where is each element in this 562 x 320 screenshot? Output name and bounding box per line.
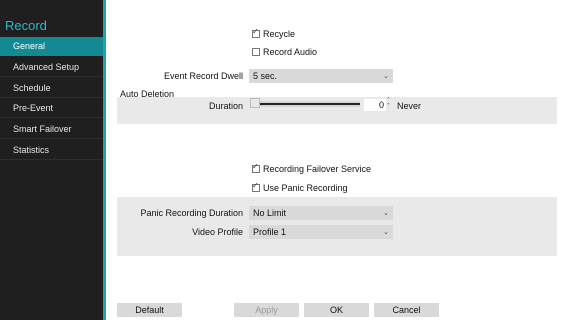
recording-failover-checkbox[interactable] bbox=[252, 162, 260, 173]
chevron-down-icon: ⌄ bbox=[383, 73, 389, 80]
record-audio-option[interactable]: Record Audio bbox=[252, 47, 317, 57]
default-button[interactable]: Default bbox=[117, 303, 182, 317]
event-record-dwell-label: Event Record Dwell bbox=[163, 71, 243, 81]
use-panic-recording-checkbox[interactable] bbox=[252, 181, 260, 192]
sidebar: Record General Advanced Setup Schedule P… bbox=[0, 0, 103, 320]
recycle-checkbox[interactable] bbox=[252, 27, 260, 38]
recording-failover-label: Recording Failover Service bbox=[263, 164, 372, 174]
chevron-down-icon: ⌄ bbox=[383, 210, 389, 217]
recording-failover-option[interactable]: Recording Failover Service bbox=[252, 162, 372, 174]
duration-slider-handle[interactable] bbox=[250, 98, 260, 108]
panic-recording-duration-label: Panic Recording Duration bbox=[140, 208, 243, 218]
apply-button[interactable]: Apply bbox=[234, 303, 299, 317]
sidebar-item-advanced-setup[interactable]: Advanced Setup bbox=[0, 58, 103, 77]
cancel-button[interactable]: Cancel bbox=[374, 303, 439, 317]
sidebar-item-smart-failover[interactable]: Smart Failover bbox=[0, 120, 103, 139]
video-profile-value: Profile 1 bbox=[253, 227, 287, 237]
sidebar-accent-bar bbox=[103, 0, 106, 320]
chevron-down-icon: ⌄ bbox=[383, 229, 389, 236]
duration-unit: Never bbox=[397, 101, 422, 111]
event-record-dwell-value: 5 sec. bbox=[253, 71, 278, 81]
duration-stepper[interactable]: 0 bbox=[364, 99, 386, 111]
duration-slider[interactable] bbox=[250, 101, 360, 107]
record-audio-checkbox[interactable] bbox=[252, 48, 260, 56]
video-profile-select[interactable]: Profile 1 ⌄ bbox=[249, 225, 393, 239]
duration-label: Duration bbox=[208, 101, 243, 111]
sidebar-title: Record bbox=[5, 18, 47, 33]
recycle-option[interactable]: Recycle bbox=[252, 27, 296, 39]
record-audio-label: Record Audio bbox=[263, 47, 318, 57]
stepper-arrows-icon[interactable]: ˄ ˅ bbox=[387, 98, 390, 110]
sidebar-item-pre-event[interactable]: Pre-Event bbox=[0, 99, 103, 118]
video-profile-label: Video Profile bbox=[192, 227, 243, 237]
sidebar-item-statistics[interactable]: Statistics bbox=[0, 141, 103, 160]
sidebar-item-general[interactable]: General bbox=[0, 37, 103, 56]
use-panic-recording-label: Use Panic Recording bbox=[263, 183, 348, 193]
recycle-label: Recycle bbox=[263, 29, 296, 39]
panic-recording-duration-select[interactable]: No Limit ⌄ bbox=[249, 206, 393, 220]
event-record-dwell-select[interactable]: 5 sec. ⌄ bbox=[249, 69, 393, 83]
use-panic-recording-option[interactable]: Use Panic Recording bbox=[252, 181, 348, 193]
sidebar-item-schedule[interactable]: Schedule bbox=[0, 79, 103, 98]
ok-button[interactable]: OK bbox=[304, 303, 369, 317]
panic-recording-duration-value: No Limit bbox=[253, 208, 287, 218]
duration-slider-fill bbox=[260, 103, 360, 105]
